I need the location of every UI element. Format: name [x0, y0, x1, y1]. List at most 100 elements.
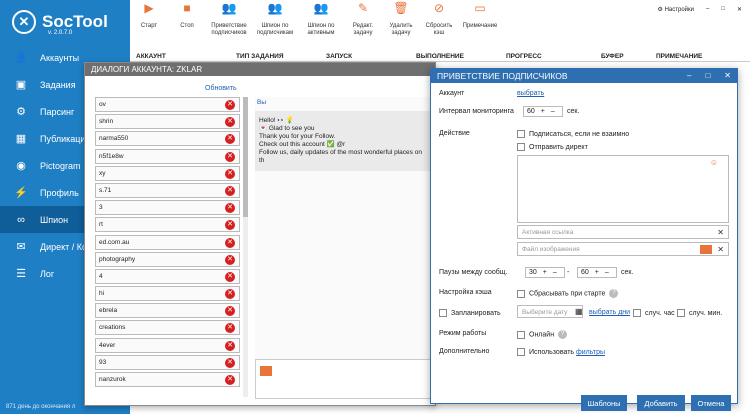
online-option[interactable]: Онлайн? — [517, 330, 568, 339]
filters-link[interactable]: фильтры — [576, 349, 605, 356]
clear-icon[interactable]: ✕ — [717, 228, 724, 237]
pause-from-stepper[interactable]: 30 + – — [525, 267, 565, 278]
list-item[interactable]: photography ✕ — [95, 251, 240, 267]
image-icon[interactable] — [260, 366, 272, 376]
column-header[interactable]: АККАУНТ — [130, 50, 230, 61]
minimize-button[interactable]: – — [687, 71, 691, 81]
list-item[interactable]: nanzurok ✕ — [95, 372, 240, 387]
welcome-followers-button[interactable]: 👥 Приветствие подписчиков — [206, 0, 252, 50]
remove-icon[interactable]: ✕ — [225, 254, 235, 265]
remove-icon[interactable]: ✕ — [225, 134, 235, 145]
smile-icon[interactable]: ☺ — [710, 158, 718, 167]
follow-option[interactable]: Подписаться, если не взаимно — [517, 130, 629, 138]
random-minutes-checkbox[interactable] — [677, 309, 685, 317]
spy-followers-button[interactable]: 👥 Шпион по подписчикам — [252, 0, 298, 50]
message-textarea[interactable]: ☺ — [517, 155, 729, 223]
delete-task-button[interactable]: 🗑 Удалить задачу — [382, 0, 420, 50]
list-item[interactable]: rt ✕ — [95, 217, 240, 233]
list-item[interactable]: shrin ✕ — [95, 114, 240, 130]
plus-icon[interactable]: + — [592, 269, 602, 276]
list-item[interactable]: n5f1e8w ✕ — [95, 148, 240, 164]
list-item[interactable]: creations ✕ — [95, 320, 240, 336]
list-item[interactable]: 4 ✕ — [95, 268, 240, 284]
column-header[interactable]: ПРИМЕЧАНИЕ — [650, 50, 720, 61]
clear-icon[interactable]: ✕ — [717, 245, 724, 254]
list-item[interactable]: hi ✕ — [95, 286, 240, 302]
remove-icon[interactable]: ✕ — [225, 220, 235, 231]
scrollbar[interactable] — [243, 97, 248, 397]
interval-stepper[interactable]: 60 + – — [523, 106, 563, 117]
random-hours-option[interactable]: случ. час — [633, 309, 675, 317]
templates-button[interactable]: Шаблоны — [581, 395, 627, 411]
list-item[interactable]: narma550 ✕ — [95, 131, 240, 147]
direct-option[interactable]: Отправить директ — [517, 143, 588, 151]
remove-icon[interactable]: ✕ — [225, 323, 235, 334]
column-header[interactable]: ВЫПОЛНЕНИЕ — [410, 50, 500, 61]
list-item[interactable]: s.71 ✕ — [95, 182, 240, 198]
remove-icon[interactable]: ✕ — [225, 100, 235, 110]
remove-icon[interactable]: ✕ — [225, 151, 235, 162]
use-filters-checkbox[interactable] — [517, 348, 525, 356]
cache-checkbox[interactable] — [517, 289, 525, 298]
calendar-icon[interactable]: ▦ — [575, 307, 583, 316]
cancel-button[interactable]: Отмена — [691, 395, 731, 411]
column-header[interactable]: БУФЕР — [595, 50, 650, 61]
random-minutes-option[interactable]: случ. мин. — [677, 309, 722, 317]
start-button[interactable]: ▶ Старт — [130, 0, 168, 50]
remove-icon[interactable]: ✕ — [225, 289, 235, 300]
maximize-button[interactable]: □ — [705, 71, 710, 81]
message-input[interactable] — [255, 359, 433, 399]
minus-icon[interactable]: – — [548, 108, 558, 115]
schedule-option[interactable]: Запланировать — [439, 309, 501, 317]
list-item[interactable]: 93 ✕ — [95, 354, 240, 370]
maximize-button[interactable]: □ — [721, 6, 725, 13]
column-header[interactable]: ТИП ЗАДАНИЯ — [230, 50, 320, 61]
list-item[interactable]: 3 ✕ — [95, 200, 240, 216]
list-item[interactable]: 4ever ✕ — [95, 337, 240, 353]
plus-icon[interactable]: + — [540, 269, 550, 276]
settings-link[interactable]: ⚙ Настройки — [658, 6, 694, 13]
close-button[interactable]: ✕ — [724, 71, 731, 81]
remove-icon[interactable]: ✕ — [225, 271, 235, 282]
minus-icon[interactable]: – — [602, 269, 612, 276]
column-header[interactable]: ЗАПУСК — [320, 50, 410, 61]
direct-checkbox[interactable] — [517, 143, 525, 151]
remove-icon[interactable]: ✕ — [225, 340, 235, 351]
plus-icon[interactable]: + — [538, 108, 548, 115]
list-item[interactable]: ebrela ✕ — [95, 303, 240, 319]
online-checkbox[interactable] — [517, 330, 525, 339]
remove-icon[interactable]: ✕ — [225, 237, 235, 248]
image-file-input[interactable]: Файл изображения ✕ — [517, 242, 729, 256]
stop-button[interactable]: ■ Стоп — [168, 0, 206, 50]
active-link-input[interactable]: Активная ссылка ✕ — [517, 225, 729, 239]
help-icon[interactable]: ? — [609, 289, 619, 298]
remove-icon[interactable]: ✕ — [225, 168, 235, 179]
edit-task-button[interactable]: ✎ Редакт. задачу — [344, 0, 382, 50]
reset-cache-button[interactable]: ⊘ Сбросить кэш — [420, 0, 458, 50]
column-header[interactable]: ПРОГРЕСС — [500, 50, 595, 61]
use-filters-option[interactable]: Использовать фильтры — [517, 348, 605, 356]
remove-icon[interactable]: ✕ — [225, 185, 235, 196]
choose-account-link[interactable]: выбрать — [517, 90, 544, 97]
remove-icon[interactable]: ✕ — [225, 203, 235, 214]
list-item[interactable]: xy ✕ — [95, 165, 240, 181]
note-button[interactable]: ▭ Примечание — [458, 0, 502, 50]
cache-option[interactable]: Сбрасывать при старте? — [517, 289, 619, 298]
remove-icon[interactable]: ✕ — [225, 117, 235, 128]
remove-icon[interactable]: ✕ — [225, 357, 235, 368]
remove-icon[interactable]: ✕ — [225, 375, 235, 385]
date-input[interactable]: Выберите дату — [517, 305, 583, 318]
close-button[interactable]: ✕ — [737, 6, 742, 13]
schedule-checkbox[interactable] — [439, 309, 447, 317]
help-icon[interactable]: ? — [558, 330, 568, 339]
random-hours-checkbox[interactable] — [633, 309, 641, 317]
image-icon[interactable] — [700, 245, 712, 254]
list-item[interactable]: ov ✕ — [95, 97, 240, 112]
remove-icon[interactable]: ✕ — [225, 306, 235, 317]
minimize-button[interactable]: – — [706, 6, 709, 13]
pause-to-stepper[interactable]: 60 + – — [577, 267, 617, 278]
spy-active-button[interactable]: 👥 Шпион по активным — [298, 0, 344, 50]
choose-days-link[interactable]: выбрать дни — [589, 309, 630, 316]
add-button[interactable]: Добавить — [637, 395, 685, 411]
minus-icon[interactable]: – — [550, 269, 560, 276]
